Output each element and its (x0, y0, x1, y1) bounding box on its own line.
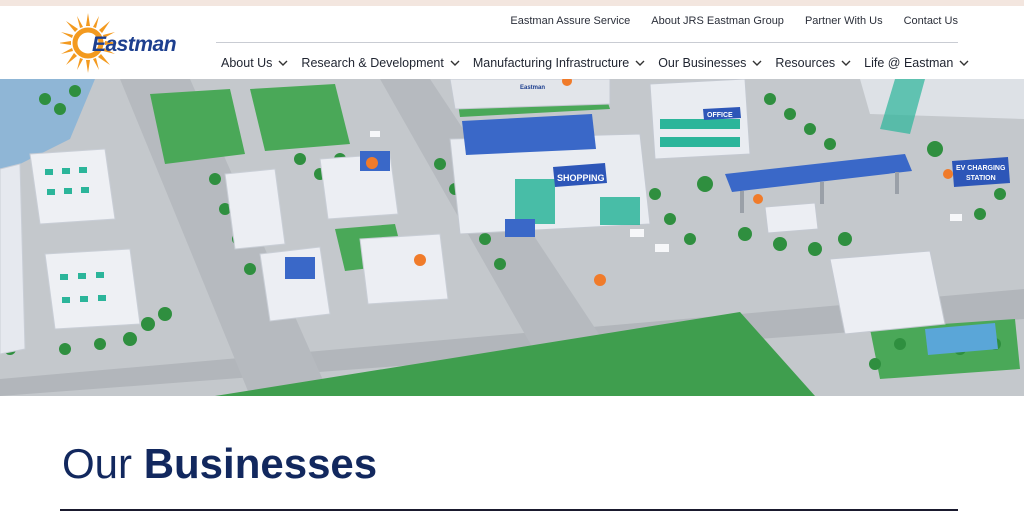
utility-link-about-group[interactable]: About JRS Eastman Group (651, 15, 784, 31)
nav-item-label: Research & Development (301, 56, 444, 70)
nav-item-life-at-eastman[interactable]: Life @ Eastman (864, 54, 970, 72)
hero-smart-city-illustration: SHOPPING Eastman OFFICE EV CHARGING STAT… (0, 79, 1024, 396)
office-sign: OFFICE (707, 112, 733, 119)
nav-item-research[interactable]: Research & Development (301, 54, 460, 72)
city-illustration: SHOPPING Eastman OFFICE EV CHARGING STAT… (0, 79, 1024, 396)
ev-sign-line2: STATION (966, 175, 996, 182)
section-title-light: Our (62, 440, 133, 487)
utility-link-assure-service[interactable]: Eastman Assure Service (510, 15, 630, 31)
shopping-sign: SHOPPING (557, 173, 605, 183)
nav-item-label: Manufacturing Infrastructure (472, 56, 630, 70)
utility-link-contact[interactable]: Contact Us (904, 15, 958, 31)
nav-item-label: Life @ Eastman (864, 56, 954, 70)
ev-sign-line1: EV CHARGING (956, 165, 1006, 172)
nav-divider (216, 42, 958, 43)
section-title-bold: Businesses (143, 440, 378, 487)
nav-item-label: Our Businesses (658, 56, 747, 70)
utility-link-partner[interactable]: Partner With Us (805, 15, 883, 31)
nav-item-label: Resources (775, 56, 836, 70)
chevron-down-icon (752, 60, 762, 66)
nav-item-our-businesses[interactable]: Our Businesses (658, 54, 763, 72)
chevron-down-icon (635, 60, 645, 66)
nav-item-about-us[interactable]: About Us (221, 54, 289, 72)
main-nav: About Us Research & Development Manufact… (221, 54, 970, 72)
rooftop-sign: Eastman (520, 85, 545, 91)
utility-nav: Eastman Assure Service About JRS Eastman… (510, 15, 958, 31)
section-title: Our Businesses (62, 440, 377, 488)
chevron-down-icon (841, 60, 851, 66)
eastman-logo[interactable]: Eastman (60, 10, 190, 76)
nav-item-manufacturing[interactable]: Manufacturing Infrastructure (473, 54, 646, 72)
nav-item-resources[interactable]: Resources (775, 54, 852, 72)
site-header: Eastman Eastman Assure Service About JRS… (0, 6, 1024, 79)
chevron-down-icon (450, 60, 460, 66)
logo-wordmark: Eastman (92, 33, 177, 56)
section-divider (60, 509, 958, 511)
nav-item-label: About Us (221, 56, 273, 70)
chevron-down-icon (278, 60, 288, 66)
chevron-down-icon (959, 60, 969, 66)
